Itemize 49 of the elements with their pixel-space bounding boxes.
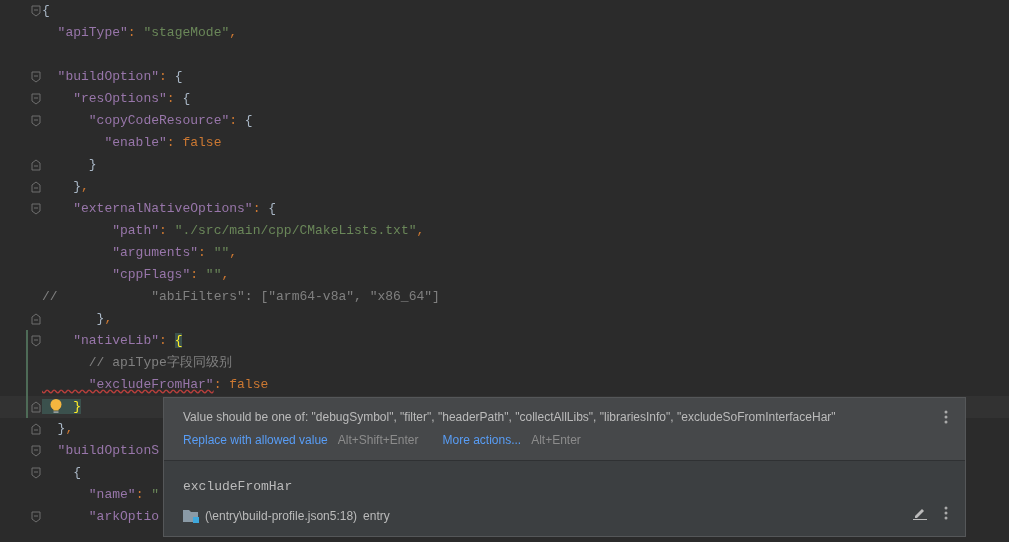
more-options-icon[interactable] bbox=[944, 506, 948, 520]
fold-icon[interactable] bbox=[31, 335, 41, 347]
code-line: { bbox=[42, 2, 50, 20]
action-link[interactable]: More actions... bbox=[442, 431, 522, 449]
code-line: "path": "./src/main/cpp/CMakeLists.txt", bbox=[111, 222, 425, 240]
code-line: "enable": false bbox=[103, 134, 222, 152]
fold-icon[interactable] bbox=[31, 445, 41, 457]
code-line: "copyCodeResource": { bbox=[87, 112, 253, 130]
folder-icon bbox=[183, 508, 199, 523]
code-line: "apiType": "stageMode", bbox=[56, 24, 238, 42]
code-comment: // apiType字段同级别 bbox=[87, 354, 232, 372]
edit-icon[interactable] bbox=[913, 506, 927, 520]
code-line: { bbox=[72, 464, 81, 482]
module-name: entry bbox=[363, 507, 390, 525]
code-line: "cppFlags": "", bbox=[111, 266, 230, 284]
unfold-icon[interactable] bbox=[31, 401, 41, 413]
more-options-icon[interactable] bbox=[944, 410, 948, 424]
file-location[interactable]: (\entry\build-profile.json5:18) bbox=[205, 506, 358, 525]
lightbulb-icon[interactable] bbox=[50, 399, 62, 414]
unfold-icon[interactable] bbox=[31, 159, 41, 171]
code-line: "arguments": "", bbox=[111, 244, 238, 262]
code-line: }, bbox=[72, 178, 89, 196]
shortcut-hint: Alt+Enter bbox=[531, 432, 581, 449]
symbol-name: excludeFromHar bbox=[183, 478, 294, 496]
unfold-icon[interactable] bbox=[31, 181, 41, 193]
code-line: "externalNativeOptions": { bbox=[72, 200, 277, 218]
error-message: Value should be one of: "debugSymbol", "filter", "headerPath", "collectAllLibs", "librariesInfo", "excludeSoFromInterfaceHar" bbox=[183, 409, 837, 426]
code-line: } bbox=[87, 156, 97, 174]
shortcut-hint: Alt+Shift+Enter bbox=[337, 432, 419, 449]
fold-icon[interactable] bbox=[31, 115, 41, 127]
code-line: "name": " bbox=[87, 486, 160, 504]
code-line: "buildOption": { bbox=[56, 68, 183, 86]
code-line: "resOptions": { bbox=[72, 90, 191, 108]
unfold-icon[interactable] bbox=[31, 313, 41, 325]
fold-icon[interactable] bbox=[31, 71, 41, 83]
code-comment: // "abiFilters": ["arm64-v8a", "x86_64"] bbox=[42, 288, 440, 306]
code-line: "arkOptio bbox=[87, 508, 160, 526]
code-line: }, bbox=[95, 310, 113, 328]
fold-icon[interactable] bbox=[31, 5, 41, 17]
code-line: "buildOptionS bbox=[56, 442, 160, 460]
unfold-icon[interactable] bbox=[31, 423, 41, 435]
code-line: "excludeFromHar": false bbox=[87, 376, 269, 394]
fold-icon[interactable] bbox=[31, 203, 41, 215]
action-link[interactable]: Replace with allowed value bbox=[183, 431, 328, 449]
code-line: }, bbox=[56, 420, 74, 438]
code-line: "nativeLib": { bbox=[72, 332, 183, 350]
fold-icon[interactable] bbox=[31, 511, 41, 523]
fold-icon[interactable] bbox=[31, 467, 41, 479]
fold-icon[interactable] bbox=[31, 93, 41, 105]
